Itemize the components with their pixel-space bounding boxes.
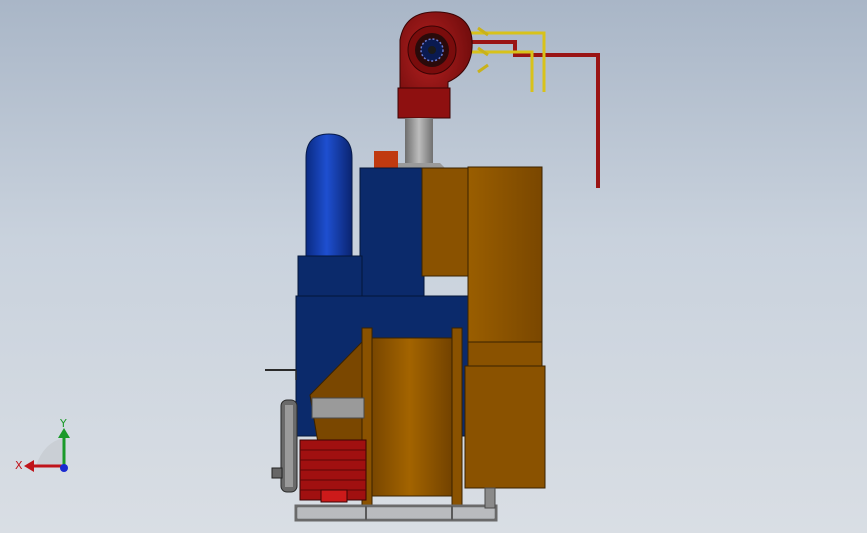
pulley[interactable] [265, 369, 298, 493]
shaft-column [393, 118, 445, 168]
z-axis-dot [60, 464, 68, 472]
x-axis-label: X [15, 459, 23, 472]
top-red-block [374, 151, 398, 168]
x-axis-head [24, 460, 34, 472]
blue-tank[interactable] [305, 133, 353, 257]
electric-motor[interactable] [299, 439, 367, 503]
coordinate-triad: Y X [15, 417, 70, 472]
cad-viewport[interactable]: Y X [0, 0, 867, 533]
blower-housing[interactable] [397, 11, 473, 119]
y-axis-label: Y [59, 417, 67, 430]
yellow-pipes [470, 26, 546, 92]
